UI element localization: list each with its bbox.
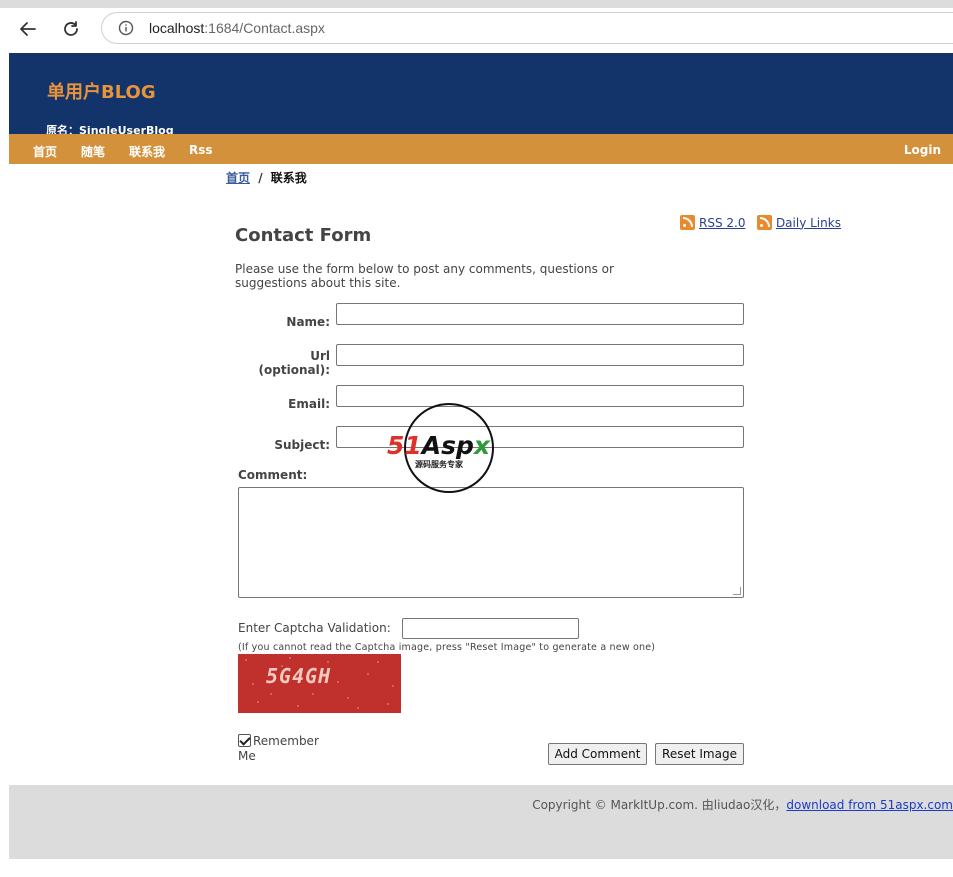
breadcrumb-separator: / [258, 171, 263, 185]
download-link[interactable]: download from 51aspx.com [786, 798, 953, 812]
subject-label: Subject: [274, 438, 330, 452]
email-label: Email: [288, 397, 330, 411]
captcha-input[interactable] [402, 618, 579, 639]
captcha-image: 5G4GH [238, 654, 401, 713]
main-nav: 首页 随笔 联系我 Rss Login [9, 134, 953, 164]
feed-links: RSS 2.0 Daily Links [680, 215, 841, 233]
copyright-text: Copyright © MarkItUp.com. 由liudao汉化， [532, 798, 787, 812]
nav-item-essays[interactable]: 随笔 [81, 143, 105, 160]
site-title[interactable]: 单用户BLOG [47, 78, 156, 104]
url-label: Url (optional): [239, 349, 330, 377]
watermark-logo: 51Aspx 源码服务专家 [387, 403, 513, 493]
rss-link[interactable]: RSS 2.0 [680, 215, 745, 230]
site-footer: Copyright © MarkItUp.com. 由liudao汉化，down… [9, 785, 953, 859]
back-button[interactable] [15, 16, 41, 42]
arrow-left-icon [20, 22, 36, 36]
nav-item-rss[interactable]: Rss [189, 143, 213, 157]
browser-toolbar: localhost:1684/Contact.aspx [0, 8, 953, 50]
site-header: 单用户BLOG 原名：SingleUserBlog [9, 53, 953, 137]
watermark-subtitle: 源码服务专家 [415, 460, 463, 469]
footer-text: Copyright © MarkItUp.com. 由liudao汉化，down… [532, 796, 953, 813]
form-title: Contact Form [235, 225, 372, 246]
url-label-line1: Url [310, 349, 330, 363]
address-host: localhost [149, 20, 205, 36]
rss-icon [680, 215, 695, 230]
comment-textarea[interactable] [238, 487, 744, 598]
page-content: 单用户BLOG 原名：SingleUserBlog 首页 随笔 联系我 Rss … [9, 53, 953, 877]
daily-links-link[interactable]: Daily Links [756, 215, 841, 230]
watermark-text: 51Aspx [387, 431, 517, 460]
captcha-code: 5G4GH [266, 664, 332, 688]
resize-grip-icon[interactable] [733, 587, 741, 595]
reset-image-button[interactable]: Reset Image [655, 743, 744, 765]
rss-link-label: RSS 2.0 [699, 215, 746, 230]
breadcrumb-home-link[interactable]: 首页 [226, 171, 250, 185]
daily-links-label: Daily Links [775, 215, 841, 230]
breadcrumb: 首页 / 联系我 [226, 169, 307, 186]
url-field[interactable] [336, 344, 744, 366]
url-label-line2: (optional): [258, 363, 330, 377]
add-comment-button[interactable]: Add Comment [548, 743, 647, 765]
browser-tabstrip [0, 0, 953, 8]
reload-button[interactable] [58, 16, 84, 42]
name-field[interactable] [336, 303, 744, 325]
comment-label: Comment: [238, 468, 308, 482]
remember-me[interactable]: Remember Me [238, 734, 338, 764]
captcha-label: Enter Captcha Validation: [238, 621, 391, 635]
name-label: Name: [286, 315, 330, 329]
address-bar[interactable]: localhost:1684/Contact.aspx [101, 12, 953, 44]
login-link[interactable]: Login [904, 143, 941, 157]
address-path: :1684/Contact.aspx [204, 20, 325, 36]
info-icon[interactable] [118, 20, 134, 36]
watermark-part3: x [473, 431, 491, 460]
watermark-part1: 51 [387, 431, 422, 460]
reload-icon [64, 21, 78, 36]
address-url: localhost:1684/Contact.aspx [149, 20, 325, 36]
watermark-part2: Asp [421, 431, 474, 460]
rss-icon [756, 215, 772, 230]
nav-item-home[interactable]: 首页 [33, 143, 57, 160]
breadcrumb-current: 联系我 [270, 171, 307, 185]
remember-checkbox[interactable] [238, 734, 251, 747]
captcha-note: (If you cannot read the Captcha image, p… [238, 642, 656, 653]
nav-item-contact[interactable]: 联系我 [129, 143, 165, 160]
form-intro: Please use the form below to post any co… [235, 262, 614, 290]
